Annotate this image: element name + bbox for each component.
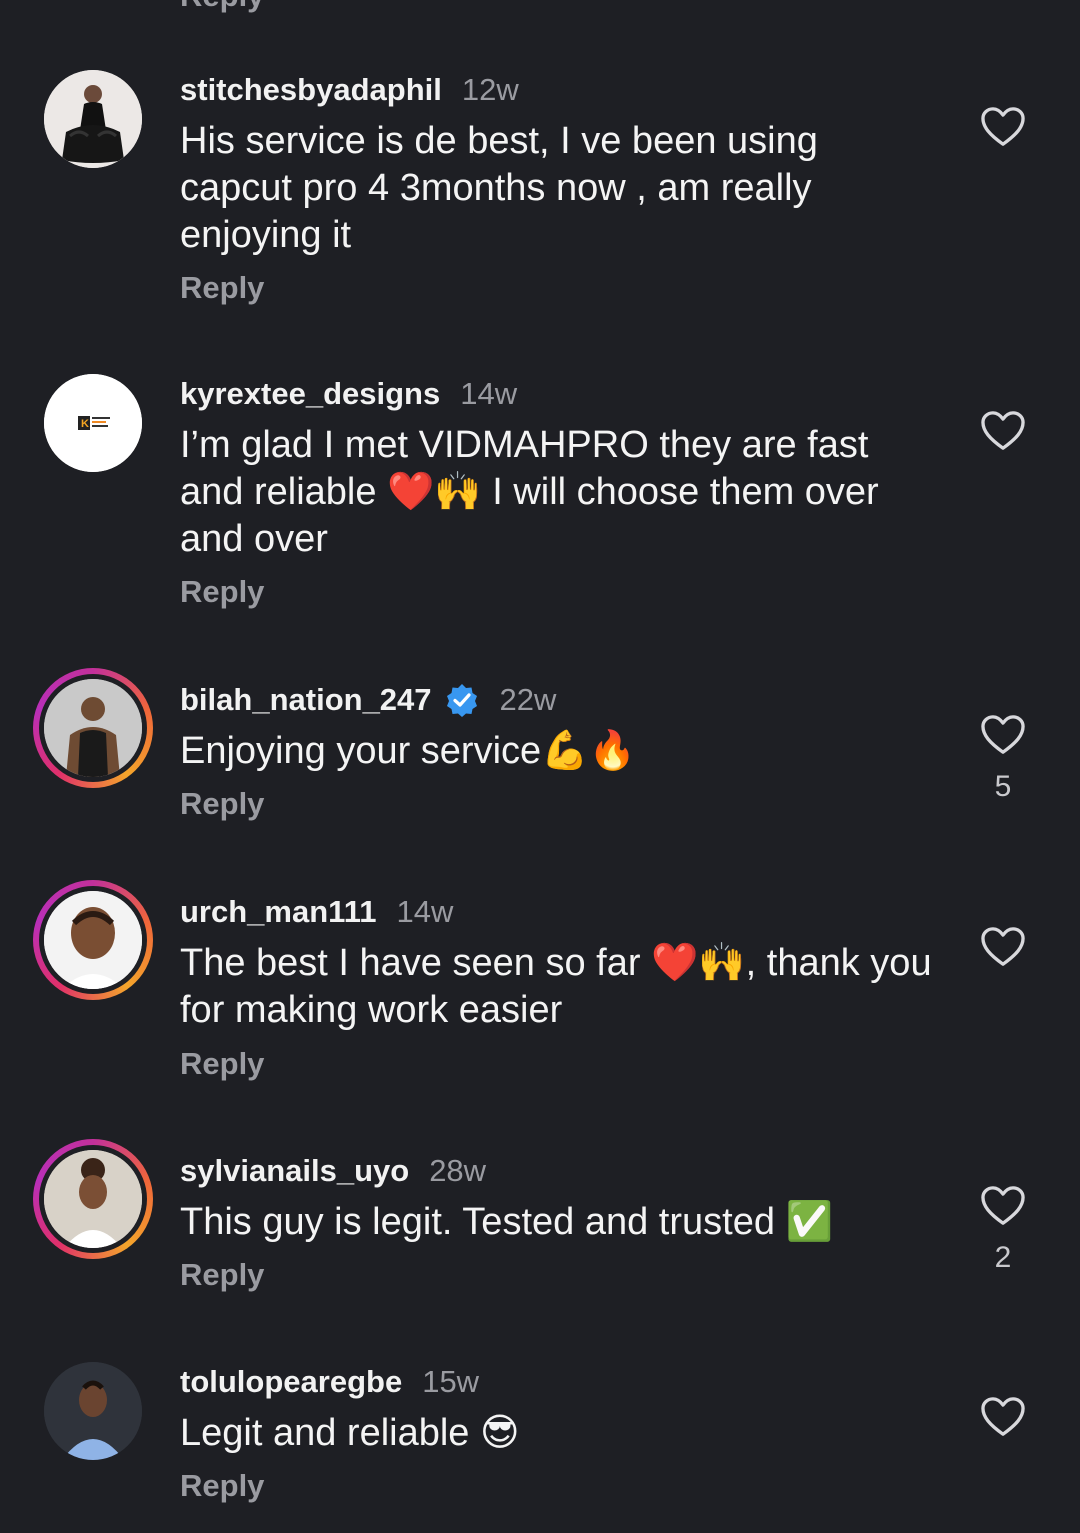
comment-text: I’m glad I met VIDMAHPRO they are fast a…	[180, 424, 879, 560]
verified-badge-icon	[446, 684, 477, 717]
comment-text: Enjoying your service💪🔥	[180, 730, 636, 772]
man-in-blue-shirt-icon	[44, 1362, 142, 1460]
username[interactable]: stitchesbyadaphil	[180, 72, 442, 108]
reply-button[interactable]: Reply	[180, 1468, 264, 1504]
heart-icon[interactable]	[980, 1396, 1026, 1438]
avatar-story-ring[interactable]	[33, 880, 153, 1000]
heart-icon[interactable]	[980, 714, 1026, 756]
reply-button[interactable]: Reply	[180, 786, 264, 822]
timestamp: 28w	[429, 1153, 487, 1188]
avatar-story-ring[interactable]	[33, 1139, 153, 1259]
like-count: 2	[994, 1241, 1012, 1274]
comment-header: urch_man111 14w	[180, 892, 453, 932]
heart-icon[interactable]	[980, 926, 1026, 968]
man-in-black-tank-top-icon	[44, 679, 142, 777]
like-count: 5	[994, 770, 1012, 803]
partial-reply-link[interactable]: Reply	[180, 0, 264, 14]
svg-text:K: K	[81, 418, 89, 430]
comment-header: sylvianails_uyo 28w	[180, 1151, 486, 1191]
heart-icon[interactable]	[980, 1185, 1026, 1227]
reply-button[interactable]: Reply	[180, 270, 264, 306]
comment-text: The best I have seen so far ❤️🙌, thank y…	[180, 942, 932, 1031]
comment-header: stitchesbyadaphil 12w	[180, 70, 519, 110]
comment-header: kyrextee_designs 14w	[180, 374, 517, 414]
username[interactable]: tolulopearegbe	[180, 1364, 402, 1400]
heart-icon[interactable]	[980, 410, 1026, 452]
reply-button[interactable]: Reply	[180, 1046, 264, 1082]
heart-icon[interactable]	[980, 106, 1026, 148]
timestamp: 14w	[460, 376, 518, 411]
k-logo-icon: K	[44, 374, 142, 472]
username[interactable]: kyrextee_designs	[180, 376, 440, 412]
timestamp: 12w	[461, 72, 519, 107]
avatar[interactable]	[44, 1362, 142, 1460]
woman-in-black-dress-icon	[44, 70, 142, 168]
username[interactable]: sylvianails_uyo	[180, 1153, 409, 1189]
avatar	[44, 891, 142, 989]
username[interactable]: bilah_nation_247	[180, 682, 432, 718]
comment-text: This guy is legit. Tested and trusted ✅	[180, 1201, 833, 1243]
comment-header: bilah_nation_247 22w	[180, 680, 556, 720]
username[interactable]: urch_man111	[180, 894, 376, 930]
avatar-story-ring[interactable]	[33, 668, 153, 788]
timestamp: 22w	[499, 682, 557, 717]
comment-text: Legit and reliable 😎	[180, 1412, 520, 1454]
man-portrait-icon	[44, 891, 142, 989]
avatar[interactable]	[44, 70, 142, 168]
woman-portrait-icon	[44, 1150, 142, 1248]
avatar	[44, 1150, 142, 1248]
reply-button[interactable]: Reply	[180, 1257, 264, 1293]
avatar	[44, 679, 142, 777]
timestamp: 14w	[396, 894, 454, 929]
avatar[interactable]: K	[44, 374, 142, 472]
comment-text: His service is de best, I ve been using …	[180, 120, 818, 256]
timestamp: 15w	[422, 1364, 480, 1399]
comment-header: tolulopearegbe 15w	[180, 1362, 479, 1402]
reply-button[interactable]: Reply	[180, 574, 264, 610]
